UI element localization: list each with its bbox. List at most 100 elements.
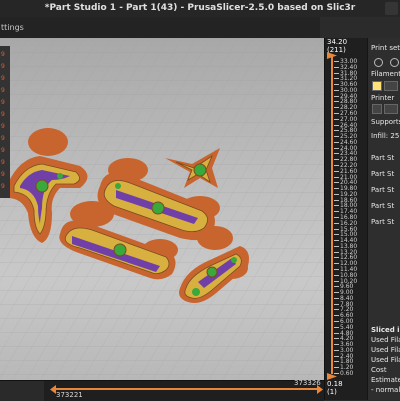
layer-top-thumb-icon[interactable] <box>327 52 337 59</box>
layer-tick <box>334 252 339 253</box>
layer-tick <box>334 142 339 143</box>
layer-tick <box>334 171 339 172</box>
layer-tick <box>334 205 339 206</box>
layer-tick <box>334 257 339 258</box>
layer-tick <box>334 240 339 241</box>
layer-tick <box>334 217 339 218</box>
layer-tick <box>334 281 339 282</box>
window-control-button[interactable] <box>385 2 398 15</box>
object-list-item[interactable]: Part St <box>371 202 394 211</box>
legend-value: 9 <box>1 75 5 82</box>
layer-tick <box>334 211 339 212</box>
scene-canvas[interactable] <box>0 38 324 380</box>
layer-tick <box>334 153 339 154</box>
preview-viewport[interactable]: 9 9 9 9 9 9 9 9 9 9 9 9 <box>0 38 324 380</box>
layer-height-label: 0.60 <box>340 370 354 377</box>
layer-tick <box>334 148 339 149</box>
layer-tick <box>334 165 339 166</box>
layer-tick <box>334 361 339 362</box>
layer-slider-track[interactable] <box>331 56 333 374</box>
filament-color-swatch[interactable] <box>372 81 382 91</box>
layer-tick <box>334 304 339 305</box>
layer-tick <box>334 321 339 322</box>
legend-value: 9 <box>1 99 5 106</box>
layer-tick <box>334 338 339 339</box>
layer-tick <box>334 107 339 108</box>
layer-tick <box>334 333 339 334</box>
layer-tick <box>334 200 339 201</box>
legend-value: 9 <box>1 63 5 70</box>
layer-tick <box>334 246 339 247</box>
infill-label: Infill: 25 <box>371 132 400 140</box>
printer-select[interactable] <box>384 104 398 114</box>
layer-tick <box>334 159 339 160</box>
legend-value: 9 <box>1 171 5 178</box>
mode-radio-advanced[interactable] <box>390 58 399 67</box>
layer-tick <box>334 269 339 270</box>
used-filament-1: Used Filan <box>371 336 400 344</box>
layer-tick <box>334 194 339 195</box>
object-list-item[interactable]: Part St <box>371 218 394 227</box>
layer-tick <box>334 223 339 224</box>
legend-panel: 9 9 9 9 9 9 9 9 9 9 9 9 <box>0 46 10 198</box>
infill-value[interactable]: 25 <box>390 132 399 140</box>
filament-label: Filament <box>371 70 400 78</box>
legend-value: 9 <box>1 135 5 142</box>
layer-tick <box>334 113 339 114</box>
layer-tick <box>334 275 339 276</box>
layer-tick <box>334 286 339 287</box>
layer-tick <box>334 84 339 85</box>
move-slider-track[interactable] <box>53 388 319 390</box>
right-sidebar: Print setti Filament Printer Supports In… <box>367 38 400 400</box>
layer-tick <box>334 78 339 79</box>
legend-value: 9 <box>1 111 5 118</box>
layer-tick <box>334 125 339 126</box>
move-slider[interactable]: 373326 373221 <box>0 379 324 401</box>
legend-value: 9 <box>1 51 5 58</box>
layer-tick <box>334 263 339 264</box>
layer-tick <box>334 292 339 293</box>
layer-tick <box>334 350 339 351</box>
tab-print-settings[interactable]: ttings <box>0 21 28 35</box>
layer-slider[interactable]: 34.20 (211) 33.00 32.40 31.80 31.20 30.60 30.… <box>324 38 367 400</box>
layer-tick <box>334 298 339 299</box>
object-list-item[interactable]: Part St <box>371 186 394 195</box>
printer-label: Printer <box>371 94 395 102</box>
layer-tick <box>334 130 339 131</box>
move-left-value: 373221 <box>56 391 83 399</box>
used-filament-2: Used Filan <box>371 346 400 354</box>
estimated-time-label: Estimated <box>371 376 400 384</box>
layer-tick <box>334 73 339 74</box>
mode-radio-simple[interactable] <box>374 58 383 67</box>
layer-tick <box>334 61 339 62</box>
layer-tick <box>334 67 339 68</box>
layer-tick <box>334 90 339 91</box>
move-slider-spacer <box>0 381 44 401</box>
legend-value: 9 <box>1 123 5 130</box>
layer-tick <box>334 229 339 230</box>
layer-tick <box>334 234 339 235</box>
layer-tick <box>334 101 339 102</box>
normal-mode-label: - normal <box>371 386 400 394</box>
sliced-info-header: Sliced inf <box>371 326 400 334</box>
move-right-thumb-icon[interactable] <box>317 385 323 394</box>
filament-select[interactable] <box>384 81 398 91</box>
layer-tick <box>334 182 339 183</box>
layer-bottom-thumb-icon[interactable] <box>327 373 337 380</box>
layer-tick <box>334 327 339 328</box>
layer-tick <box>334 309 339 310</box>
layer-tick <box>334 356 339 357</box>
window-title: *Part Studio 1 - Part 1(43) - PrusaSlice… <box>44 3 356 13</box>
object-list-item[interactable]: Part St <box>371 154 394 163</box>
legend-value: 9 <box>1 183 5 190</box>
object-list-item[interactable]: Part St <box>371 170 394 179</box>
print-settings-label: Print setti <box>371 44 400 52</box>
layer-tick <box>334 177 339 178</box>
printer-icon <box>372 104 382 114</box>
layer-tick <box>334 96 339 97</box>
layer-tick <box>334 367 339 368</box>
legend-value: 9 <box>1 147 5 154</box>
layer-tick <box>334 136 339 137</box>
layer-tick <box>334 373 339 374</box>
legend-value: 9 <box>1 87 5 94</box>
